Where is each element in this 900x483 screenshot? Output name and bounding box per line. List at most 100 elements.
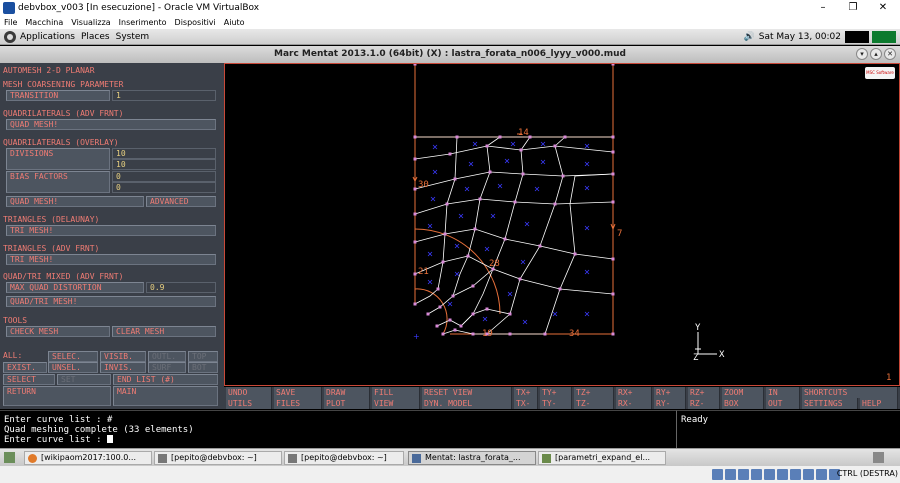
draw-button[interactable]: DRAW <box>324 387 370 398</box>
command-dialog[interactable]: Enter curve list : # Quad meshing comple… <box>0 410 676 448</box>
mentat-maximize-icon[interactable]: ▴ <box>870 48 882 60</box>
command-prompt-line[interactable]: Enter curve list : <box>4 435 672 445</box>
settings-button[interactable]: SETTINGS <box>802 398 858 409</box>
system-menu[interactable]: System <box>116 32 150 42</box>
select-surf-button[interactable]: SURF <box>148 362 186 373</box>
rz-plus-button[interactable]: RZ+ <box>688 387 720 398</box>
divisions-v-value[interactable]: 10 <box>112 159 216 170</box>
places-menu[interactable]: Places <box>81 32 110 42</box>
return-button[interactable]: RETURN <box>3 386 111 406</box>
mouse-integration-icon[interactable] <box>816 469 827 480</box>
volume-icon[interactable]: 🔊 <box>744 32 755 42</box>
quad-mesh-adv-button[interactable]: QUAD MESH! <box>6 119 216 130</box>
help-button[interactable]: HELP <box>860 398 898 409</box>
tx-plus-button[interactable]: TX+ <box>514 387 538 398</box>
bias-u-value[interactable]: 0 <box>112 171 216 182</box>
dyn-model-button[interactable]: DYN. MODEL <box>422 398 512 409</box>
close-button[interactable]: ✕ <box>868 0 898 15</box>
undo-button[interactable]: UNDO <box>226 387 272 398</box>
ty-plus-button[interactable]: TY+ <box>540 387 572 398</box>
divisions-u-value[interactable]: 10 <box>112 148 216 159</box>
select-top-button[interactable]: TOP <box>188 351 218 362</box>
mesh-node <box>445 202 449 206</box>
select-outl-button[interactable]: OUTL. <box>148 351 186 362</box>
mentat-minimize-icon[interactable]: ▾ <box>856 48 868 60</box>
select-button[interactable]: SELECT <box>3 374 55 385</box>
plot-button[interactable]: PLOT <box>324 398 370 409</box>
max-quad-distortion-button[interactable]: MAX QUAD DISTORTION <box>6 282 144 293</box>
clock[interactable]: Sat May 13, 00:02 <box>759 32 841 42</box>
tri-mesh-delaunay-button[interactable]: TRI MESH! <box>6 225 216 236</box>
clear-mesh-button[interactable]: CLEAR MESH <box>112 326 216 337</box>
network-icon[interactable] <box>751 469 762 480</box>
mesh-node <box>413 135 417 139</box>
tz-plus-button[interactable]: TZ+ <box>574 387 614 398</box>
audio-icon[interactable] <box>738 469 749 480</box>
rx-minus-button[interactable]: RX- <box>616 398 652 409</box>
menu-file[interactable]: File <box>4 18 17 27</box>
transition-value[interactable]: 1 <box>112 90 216 101</box>
applications-menu[interactable]: Applications <box>20 32 75 42</box>
select-selec-button[interactable]: SELEC. <box>48 351 98 362</box>
shared-folder-icon[interactable] <box>777 469 788 480</box>
taskbar-item-terminal2[interactable]: [pepito@debvbox: ~] <box>284 451 404 465</box>
view-button[interactable]: VIEW <box>372 398 420 409</box>
main-button[interactable]: MAIN <box>113 386 218 406</box>
files-button[interactable]: FILES <box>274 398 322 409</box>
save-button[interactable]: SAVE <box>274 387 322 398</box>
hdd-icon[interactable] <box>712 469 723 480</box>
mentat-close-icon[interactable]: ✕ <box>884 48 896 60</box>
menu-visualizza[interactable]: Visualizza <box>71 18 110 27</box>
shortcuts-button[interactable]: SHORTCUTS <box>802 387 898 398</box>
box-button[interactable]: BOX <box>722 398 764 409</box>
select-unsel-button[interactable]: UNSEL. <box>48 362 98 373</box>
bias-v-value[interactable]: 0 <box>112 182 216 193</box>
select-exist-button[interactable]: EXIST. <box>3 362 47 373</box>
menu-inserimento[interactable]: Inserimento <box>119 18 167 27</box>
ry-minus-button[interactable]: RY- <box>654 398 686 409</box>
taskbar-item-mentat[interactable]: Mentat: lastra_forata_... <box>408 451 536 465</box>
zoom-button[interactable]: ZOOM <box>722 387 764 398</box>
graphics-viewport[interactable]: MSC Software 14 30 7 21 28 19 34 1 Y X Z… <box>224 63 900 386</box>
tz-minus-button[interactable]: TZ- <box>574 398 614 409</box>
display-icon[interactable] <box>790 469 801 480</box>
zoom-out-button[interactable]: OUT <box>766 398 800 409</box>
show-desktop-icon[interactable] <box>4 452 15 463</box>
taskbar-item-terminal1[interactable]: [pepito@debvbox: ~] <box>154 451 282 465</box>
divisions-button[interactable]: DIVISIONS <box>6 148 110 170</box>
element-marker <box>472 141 478 147</box>
taskbar-item-parametri[interactable]: [parametri_expand_el... <box>538 451 666 465</box>
max-quad-distortion-value[interactable]: 0.9 <box>146 282 216 293</box>
menu-dispositivi[interactable]: Dispositivi <box>175 18 216 27</box>
transition-button[interactable]: TRANSITION <box>6 90 110 101</box>
minimize-button[interactable]: – <box>808 0 838 15</box>
reset-view-button[interactable]: RESET VIEW <box>422 387 512 398</box>
end-list-button[interactable]: END LIST (#) <box>113 374 218 385</box>
rx-plus-button[interactable]: RX+ <box>616 387 652 398</box>
rz-minus-button[interactable]: RZ- <box>688 398 720 409</box>
menu-macchina[interactable]: Macchina <box>25 18 63 27</box>
check-mesh-button[interactable]: CHECK MESH <box>6 326 110 337</box>
advanced-button[interactable]: ADVANCED <box>146 196 216 207</box>
quadtri-mesh-button[interactable]: QUAD/TRI MESH! <box>6 296 216 307</box>
zoom-in-button[interactable]: IN <box>766 387 800 398</box>
optical-icon[interactable] <box>725 469 736 480</box>
usb-icon[interactable] <box>764 469 775 480</box>
workspace-switcher-icon[interactable] <box>873 452 884 463</box>
fill-button[interactable]: FILL <box>372 387 420 398</box>
select-invis-button[interactable]: INVIS. <box>100 362 146 373</box>
tx-minus-button[interactable]: TX- <box>514 398 538 409</box>
set-button[interactable]: SET <box>57 374 111 385</box>
menu-aiuto[interactable]: Aiuto <box>224 18 245 27</box>
taskbar-item-wiki[interactable]: [wikipaom2017:100.0... <box>24 451 152 465</box>
bias-factors-button[interactable]: BIAS FACTORS <box>6 171 110 193</box>
ty-minus-button[interactable]: TY- <box>540 398 572 409</box>
select-bot-button[interactable]: BOT <box>188 362 218 373</box>
maximize-button[interactable]: ❐ <box>838 0 868 15</box>
utils-button[interactable]: UTILS <box>226 398 272 409</box>
ry-plus-button[interactable]: RY+ <box>654 387 686 398</box>
quad-mesh-overlay-button[interactable]: QUAD MESH! <box>6 196 144 207</box>
tri-mesh-adv-button[interactable]: TRI MESH! <box>6 254 216 265</box>
select-visib-button[interactable]: VISIB. <box>100 351 146 362</box>
recording-icon[interactable] <box>803 469 814 480</box>
